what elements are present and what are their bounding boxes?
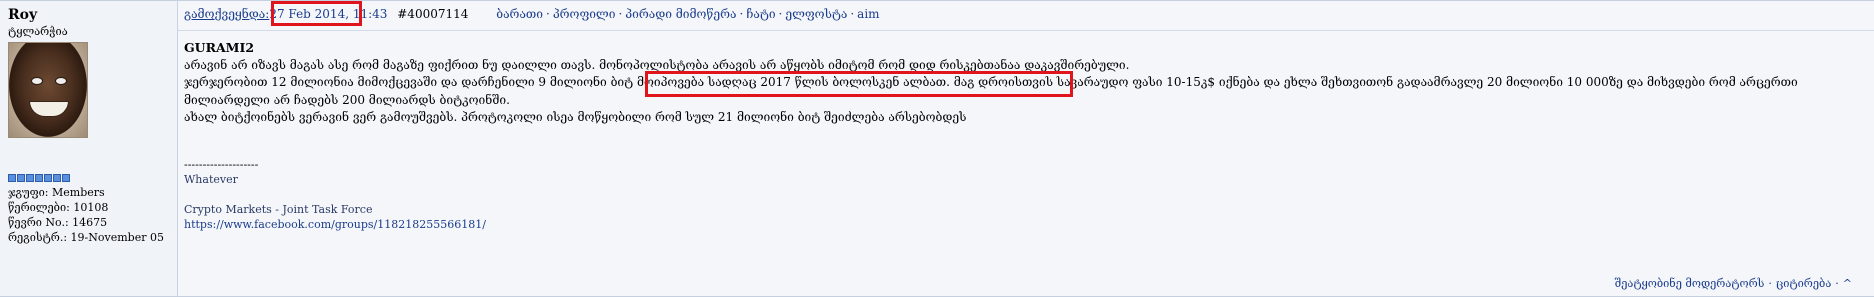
rank-pip <box>53 174 61 182</box>
avatar <box>8 42 88 138</box>
signature: -------------------- Whatever Crypto Mar… <box>184 157 1874 232</box>
rank-pip <box>26 174 34 182</box>
link-card[interactable]: ბარათი <box>496 7 543 21</box>
author-member-no: წევრი No.: 14675 <box>8 216 108 229</box>
author-panel: Roy ტყლარჭია ჯგუფი: Members წერილები: 10… <box>0 1 178 296</box>
signature-line: Crypto Markets - Joint Task Force <box>184 202 373 216</box>
avatar-eye <box>31 77 43 85</box>
rank-pip <box>62 174 70 182</box>
post-body: GURAMI2 არავინ არ იზავს მაგას ასე რომ მა… <box>178 31 1874 232</box>
rank-pip <box>8 174 16 182</box>
rank-pip <box>44 174 52 182</box>
post-footer: შეატყობინე მოდერატორს · ციტირება · ^ <box>1614 277 1852 290</box>
avatar-smile <box>29 101 69 117</box>
avatar-eye <box>55 77 67 85</box>
quote-button[interactable]: ციტირება <box>1776 277 1831 290</box>
link-pm[interactable]: პირადი მიმოწერა <box>625 7 736 21</box>
report-button[interactable]: შეატყობინე მოდერატორს <box>1615 277 1765 290</box>
post-header: გამოქვეყნდა:27 Feb 2014, 11:43 #40007114… <box>178 1 1874 31</box>
author-title: ტყლარჭია <box>8 25 68 38</box>
author-registered: რეგისტრ.: 19-November 05 <box>8 231 164 244</box>
post-line: ახალ ბიტქოინებს ვერავინ ვერ გამოუშვებს. … <box>184 110 967 124</box>
profile-links: ბარათი · პროფილი · პირადი მიმოწერა · ჩატი · ელფო… <box>496 7 880 21</box>
signature-url[interactable]: https://www.facebook.com/groups/11821825… <box>184 217 1874 232</box>
author-username[interactable]: Roy <box>8 7 177 23</box>
post-id[interactable]: #40007114 <box>397 7 468 21</box>
forum-post: Roy ტყლარჭია ჯგუფი: Members წერილები: 10… <box>0 0 1874 297</box>
post-content-panel: გამოქვეყნდა:27 Feb 2014, 11:43 #40007114… <box>178 1 1874 296</box>
link-profile[interactable]: პროფილი <box>553 7 616 21</box>
rank-pip <box>17 174 25 182</box>
highlight-box-text <box>645 71 1073 97</box>
signature-line: Whatever <box>184 172 238 186</box>
signature-divider: -------------------- <box>184 157 259 171</box>
author-posts: წერილები: 10108 <box>8 201 109 214</box>
posted-label[interactable]: გამოქვეყნდა: <box>184 7 269 21</box>
scroll-up-button[interactable]: ^ <box>1843 277 1852 290</box>
rank-pip <box>35 174 43 182</box>
post-title: GURAMI2 <box>184 40 255 55</box>
link-aim[interactable]: aim <box>857 7 879 21</box>
highlight-box-date <box>271 1 362 26</box>
link-chat[interactable]: ჩატი <box>746 7 775 21</box>
link-email[interactable]: ელფოსტა <box>785 7 847 21</box>
author-group: ჯგუფი: Members <box>8 186 105 199</box>
rank-pips <box>8 174 177 182</box>
